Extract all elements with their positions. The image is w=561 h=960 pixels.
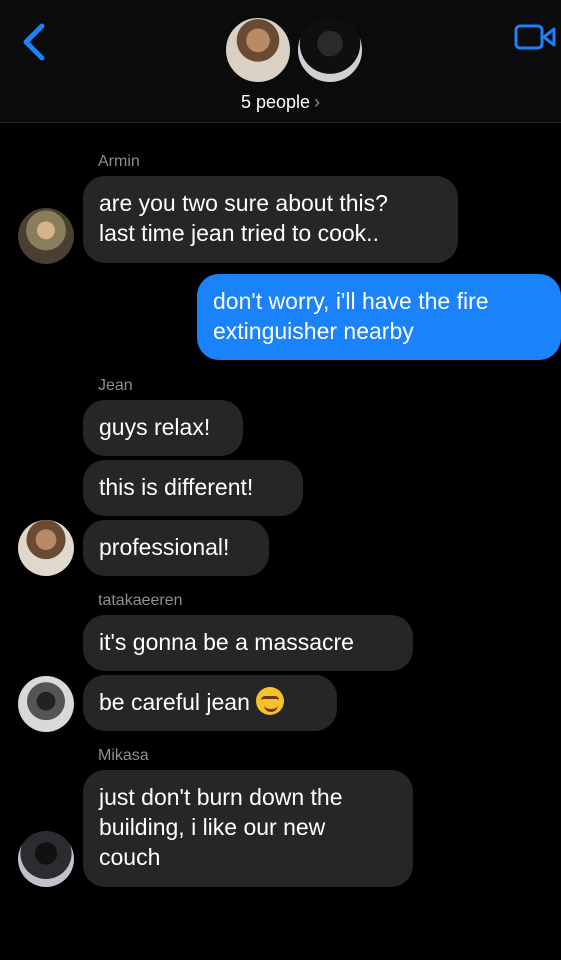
message-text: be careful jean xyxy=(99,689,250,715)
video-camera-icon xyxy=(514,24,556,50)
avatar-jean[interactable] xyxy=(18,520,74,576)
avatar-jean xyxy=(224,16,292,84)
message-bubble[interactable]: this is different! xyxy=(83,460,303,516)
avatar-armin[interactable] xyxy=(18,208,74,264)
group-name-button[interactable]: 5 people › xyxy=(0,92,561,113)
avatar-mikasa xyxy=(296,16,364,84)
conversation-header: 5 people › xyxy=(0,0,561,123)
sender-label: Armin xyxy=(98,153,140,170)
avatar-tatakaeeren[interactable] xyxy=(18,676,74,732)
back-button[interactable] xyxy=(18,22,52,62)
message-bubble[interactable]: be careful jean xyxy=(83,675,337,731)
sender-label: Jean xyxy=(98,377,133,394)
chevron-right-icon: › xyxy=(314,92,321,112)
group-avatars[interactable] xyxy=(224,16,364,84)
sender-label: tatakaeeren xyxy=(98,592,183,609)
group-name-label: 5 people xyxy=(240,92,311,112)
chevron-left-icon xyxy=(23,23,45,61)
message-bubble[interactable]: are you two sure about this? last time j… xyxy=(83,176,458,263)
video-call-button[interactable] xyxy=(514,24,556,50)
message-bubble[interactable]: guys relax! xyxy=(83,400,243,456)
sender-label: Mikasa xyxy=(98,747,149,764)
message-bubble[interactable]: professional! xyxy=(83,520,269,576)
smirking-face-icon xyxy=(255,687,284,715)
message-bubble[interactable]: it's gonna be a massacre xyxy=(83,615,413,671)
avatar-mikasa[interactable] xyxy=(18,831,74,887)
message-bubble[interactable]: just don't burn down the building, i lik… xyxy=(83,770,413,887)
message-bubble-outgoing[interactable]: don't worry, i'll have the fire extingui… xyxy=(197,274,561,360)
